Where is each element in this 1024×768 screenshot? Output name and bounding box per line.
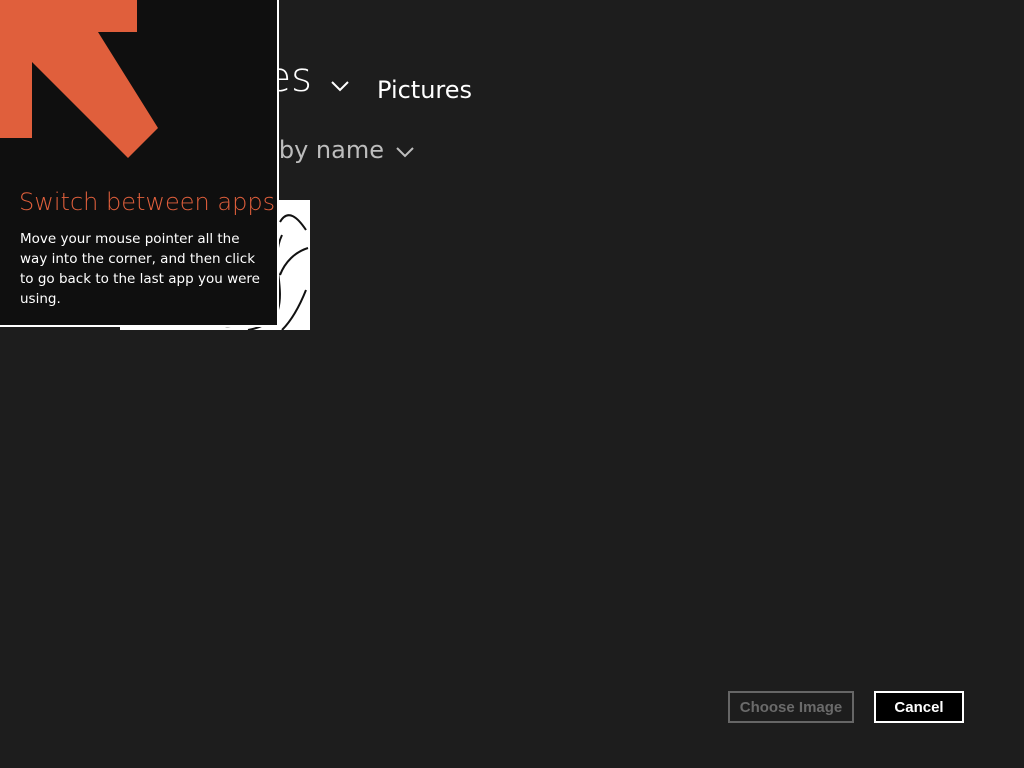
- location-label: Pictures: [377, 76, 473, 104]
- file-picker-page: es Pictures by name Switch between apps …: [0, 0, 1024, 768]
- chevron-down-icon[interactable]: [330, 80, 350, 92]
- chevron-down-icon[interactable]: [395, 146, 415, 158]
- choose-image-button[interactable]: Choose Image: [728, 691, 854, 723]
- tip-body: Move your mouse pointer all the way into…: [20, 231, 260, 307]
- arrow-up-left-icon: [0, 0, 158, 158]
- tip-title: Switch between apps: [19, 188, 276, 216]
- cancel-button[interactable]: Cancel: [874, 691, 964, 723]
- tip-flyout: Switch between apps Move your mouse poin…: [0, 0, 279, 327]
